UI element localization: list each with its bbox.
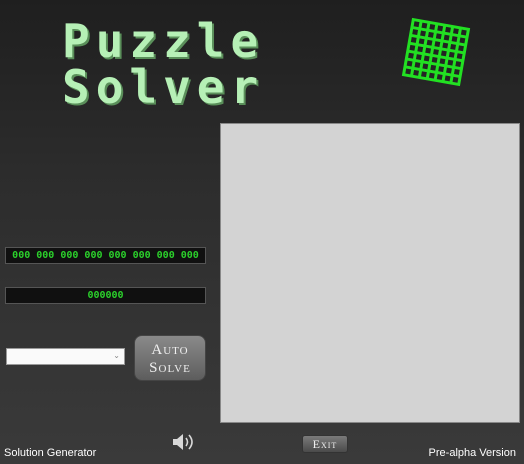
auto-solve-label-2: Solve: [149, 360, 191, 376]
chevron-down-icon: ⌄: [113, 351, 120, 360]
grid-icon: [401, 17, 471, 87]
footer-version-label: Pre-alpha Version: [428, 447, 516, 459]
auto-solve-label-1: Auto: [151, 342, 189, 358]
puzzle-board[interactable]: [220, 123, 520, 423]
title-line-2: Solver: [62, 60, 265, 114]
speaker-icon[interactable]: [172, 432, 196, 452]
exit-button[interactable]: Exit: [302, 435, 348, 453]
puzzle-select[interactable]: ⌄: [6, 348, 125, 365]
title-line-1: Puzzle: [62, 14, 265, 68]
counter-display: 000000: [5, 287, 206, 304]
auto-solve-button[interactable]: Auto Solve: [134, 335, 206, 381]
code-display: 000 000 000 000 000 000 000 000: [5, 247, 206, 264]
footer-left-label: Solution Generator: [4, 447, 97, 459]
